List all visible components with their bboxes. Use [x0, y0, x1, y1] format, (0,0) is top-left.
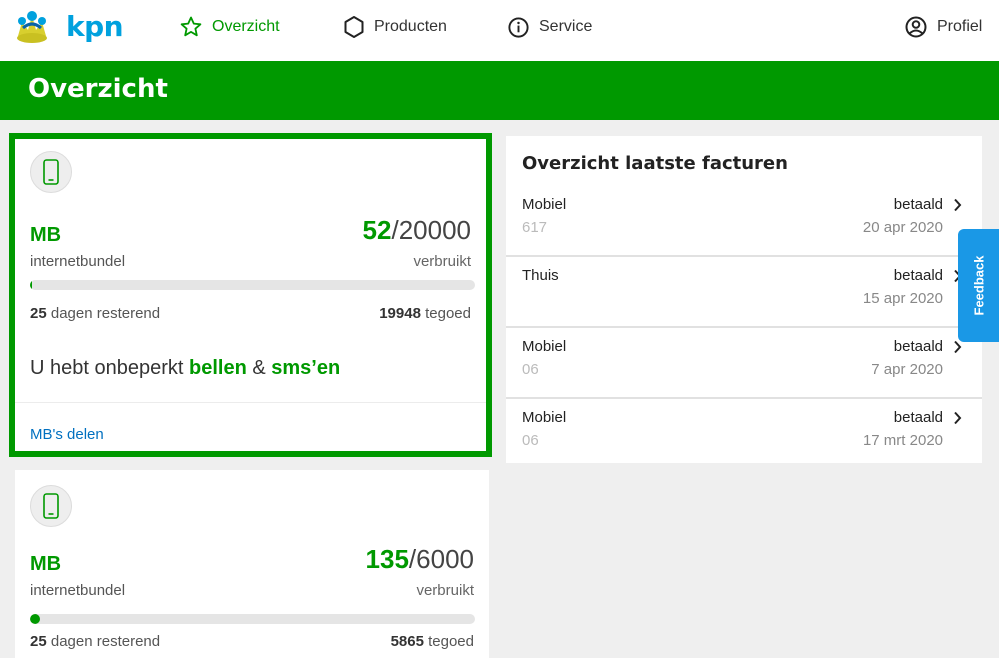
phone-icon: [43, 159, 59, 185]
usage-progress-fill: [30, 614, 40, 624]
unlimited-prefix: U hebt onbeperkt: [30, 357, 184, 379]
unlimited-sms: sms’en: [271, 357, 341, 379]
remaining-credit: 5865 tegoed: [391, 633, 474, 650]
remaining-credit-value: 5865: [390, 633, 424, 650]
nav-service[interactable]: Service: [507, 14, 592, 40]
bundle-total: /20000: [391, 215, 471, 245]
feedback-tab[interactable]: Feedback: [958, 229, 999, 342]
invoice-row[interactable]: Mobiel 06 betaald 17 mrt 2020: [506, 399, 982, 470]
page-header: Overzicht: [0, 61, 999, 120]
chevron-right-icon: [954, 340, 962, 354]
invoice-status: betaald: [893, 409, 943, 426]
bundle-type: internetbundel: [30, 253, 126, 270]
kpn-crown-icon: [17, 11, 47, 43]
unlimited-and: &: [252, 357, 266, 379]
nav-profiel[interactable]: Profiel: [904, 14, 982, 40]
remaining-credit: 19948 tegoed: [379, 305, 471, 322]
invoice-row[interactable]: Mobiel 06 betaald 7 apr 2020: [506, 328, 982, 399]
invoice-date: 20 apr 2020: [862, 219, 943, 236]
invoice-row[interactable]: Thuis betaald 15 apr 2020: [506, 257, 982, 328]
nav-producten-label: Producten: [374, 18, 447, 35]
phone-badge: [30, 151, 72, 193]
bundle-used-label: verbruikt: [416, 582, 474, 599]
invoice-name: Mobiel: [522, 338, 567, 355]
invoice-number: 06: [522, 361, 539, 378]
days-remaining-label: dagen resterend: [50, 633, 161, 650]
bundle-card[interactable]: MB 135/6000 internetbundel verbruikt 25 …: [15, 470, 489, 658]
bundle-total: /6000: [408, 544, 474, 574]
bundle-card[interactable]: MB 52/20000 internetbundel verbruikt 25 …: [9, 133, 492, 457]
unlimited-calls: bellen: [189, 357, 247, 379]
phone-icon: [43, 493, 59, 519]
bundle-used-label: verbruikt: [413, 253, 471, 270]
nav-overzicht-label: Overzicht: [212, 18, 280, 35]
remaining-credit-value: 19948: [379, 305, 421, 322]
bundle-unit: MB: [30, 553, 62, 575]
card-divider: [15, 402, 486, 403]
feedback-label: Feedback: [971, 255, 987, 316]
bundle-type: internetbundel: [30, 582, 126, 599]
remaining-credit-label: tegoed: [425, 305, 471, 322]
invoice-date: 15 apr 2020: [862, 290, 943, 307]
days-remaining: 25 dagen resterend: [30, 633, 160, 650]
nav-overzicht[interactable]: Overzicht: [179, 14, 280, 40]
invoice-status: betaald: [893, 267, 943, 284]
chevron-right-icon: [954, 198, 962, 212]
bundle-usage: 52/20000: [363, 215, 471, 246]
bundle-used: 135: [365, 544, 409, 574]
nav-producten[interactable]: Producten: [343, 14, 447, 40]
bundle-unit: MB: [30, 224, 62, 246]
usage-progress-fill: [30, 280, 33, 290]
bundle-usage: 135/6000: [366, 544, 474, 575]
nav-profiel-label: Profiel: [937, 18, 983, 35]
remaining-credit-label: tegoed: [428, 633, 474, 650]
chevron-right-icon: [954, 411, 962, 425]
days-remaining: 25 dagen resterend: [30, 305, 160, 322]
info-icon: [508, 16, 529, 38]
usage-progress-bar: [30, 614, 475, 624]
days-remaining-value: 25: [30, 633, 47, 650]
unlimited-text: U hebt onbeperkt bellen & sms’en: [30, 357, 340, 380]
logo-text: kpn: [66, 10, 124, 43]
invoices-panel: Overzicht laatste facturen Mobiel 617 be…: [506, 136, 982, 463]
days-remaining-label: dagen resterend: [50, 305, 161, 322]
invoice-date: 17 mrt 2020: [862, 432, 943, 449]
user-circle-icon: [905, 16, 927, 38]
invoice-name: Mobiel: [522, 196, 567, 213]
page-title: Overzicht: [28, 74, 168, 104]
top-navigation: kpn Overzicht Producten Service Profiel: [0, 0, 999, 61]
invoice-status: betaald: [893, 338, 943, 355]
star-icon: [180, 16, 202, 37]
hexagon-icon: [344, 16, 364, 38]
invoice-row[interactable]: Mobiel 617 betaald 20 apr 2020: [506, 186, 982, 257]
phone-badge: [30, 485, 72, 527]
invoice-name: Mobiel: [522, 409, 567, 426]
invoice-name: Thuis: [522, 267, 559, 284]
nav-service-label: Service: [539, 18, 593, 35]
invoice-number: 617: [522, 219, 548, 236]
days-remaining-value: 25: [30, 305, 47, 322]
kpn-logo[interactable]: kpn: [12, 6, 124, 50]
invoice-status: betaald: [893, 196, 943, 213]
share-mb-link[interactable]: MB's delen: [30, 426, 104, 443]
invoices-title: Overzicht laatste facturen: [522, 153, 788, 174]
usage-progress-bar: [30, 280, 475, 290]
bundle-used: 52: [362, 215, 392, 245]
invoice-date: 7 apr 2020: [871, 361, 943, 378]
invoice-number: 06: [522, 432, 539, 449]
